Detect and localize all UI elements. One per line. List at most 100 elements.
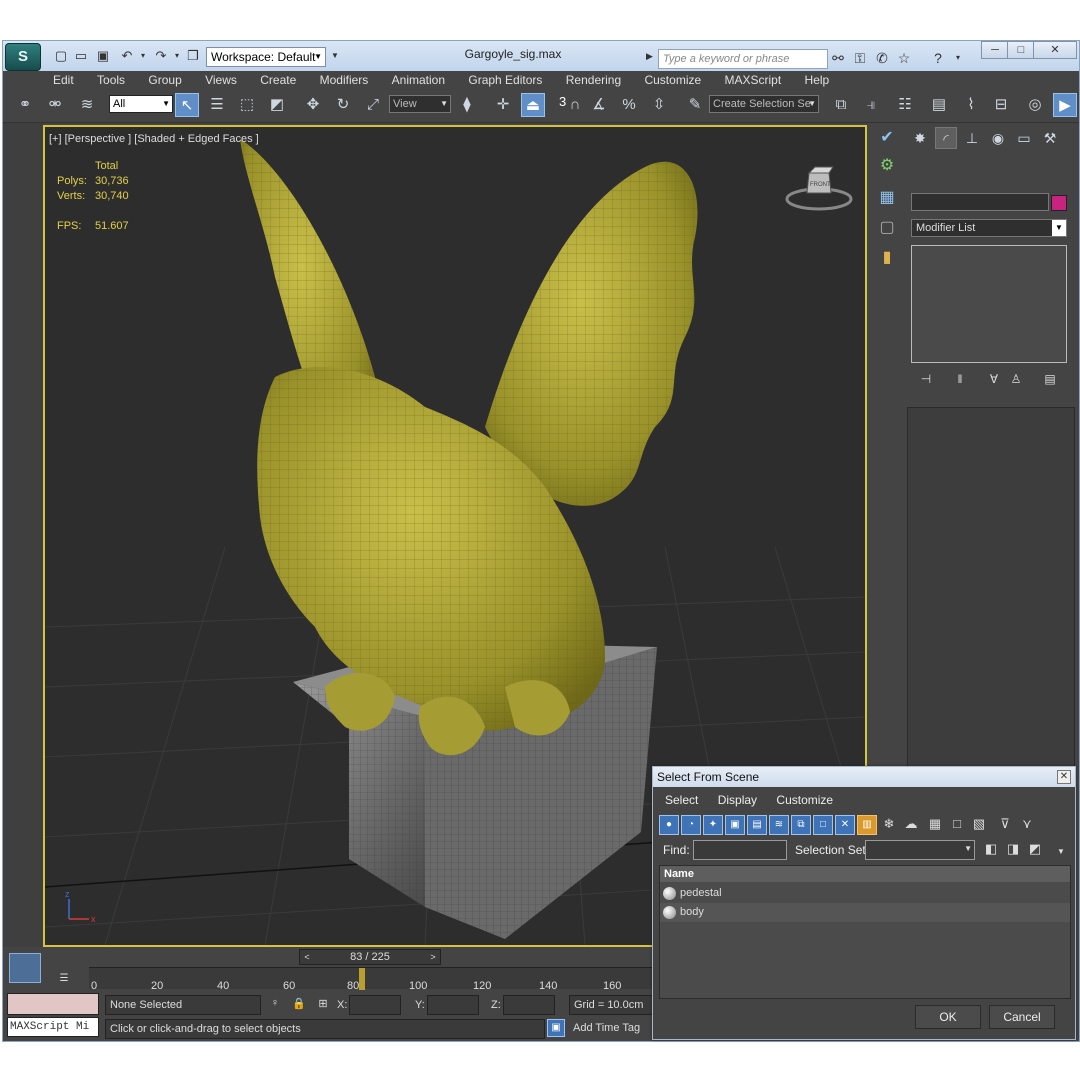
mirror-icon[interactable]: ⧉: [829, 93, 853, 117]
viewport-label[interactable]: [+] [Perspective ] [Shaded + Edged Faces…: [49, 133, 259, 145]
search-expand-icon[interactable]: ▶: [646, 51, 656, 67]
hierarchy-tab-icon[interactable]: ⊥: [961, 127, 983, 149]
communication-icon[interactable]: ✆: [873, 49, 891, 67]
make-unique-icon[interactable]: ∀: [983, 369, 1005, 389]
dialog-close-button[interactable]: ✕: [1057, 770, 1071, 784]
rotate-icon[interactable]: ↻: [331, 93, 355, 117]
time-slider[interactable]: < 83 / 225 >: [299, 949, 441, 965]
quick-access-menu-icon[interactable]: ▼: [329, 47, 341, 65]
add-time-tag-button[interactable]: Add Time Tag: [569, 1019, 661, 1039]
display-xrefs-icon[interactable]: □: [813, 815, 833, 835]
selection-set-tool-icon[interactable]: ◧: [981, 840, 1001, 860]
display-tab-icon[interactable]: ▭: [1013, 127, 1035, 149]
isolate-selection-icon[interactable]: ♀: [267, 997, 283, 1013]
selection-filter-dropdown[interactable]: All ▼: [109, 95, 173, 113]
menu-edit[interactable]: Edit: [43, 71, 84, 89]
dialog-menu-customize[interactable]: Customize: [768, 789, 841, 811]
viewcube-icon[interactable]: FRONT: [783, 163, 855, 211]
display-frozen-icon[interactable]: ❄: [879, 815, 899, 835]
menu-create[interactable]: Create: [250, 71, 306, 89]
open-file-icon[interactable]: ▭: [73, 47, 89, 65]
percent-snap-icon[interactable]: %: [617, 93, 641, 117]
object-color-swatch[interactable]: [1051, 195, 1067, 211]
configure-sets-icon[interactable]: ▤: [1039, 369, 1061, 389]
snap-toggle[interactable]: 3: [559, 94, 566, 109]
unlink-icon[interactable]: ⚮: [43, 93, 67, 117]
reference-coordinate-dropdown[interactable]: View ▼: [389, 95, 451, 113]
named-selection-dropdown[interactable]: Create Selection Se ▼: [709, 95, 819, 113]
rectangular-selection-icon[interactable]: ⬚: [235, 93, 259, 117]
cancel-button[interactable]: Cancel: [989, 1005, 1055, 1029]
snap-magnet-icon[interactable]: ∩: [567, 93, 583, 117]
ribbon-icon[interactable]: ▤: [927, 93, 951, 117]
display-lights-icon[interactable]: ✦: [703, 815, 723, 835]
monitor-icon[interactable]: ▢: [873, 215, 901, 241]
schematic-view-icon[interactable]: ⊟: [989, 93, 1013, 117]
dialog-menu-select[interactable]: Select: [657, 789, 706, 811]
modify-tab-icon[interactable]: ◜: [935, 127, 957, 149]
select-object-icon[interactable]: ↖: [175, 93, 199, 117]
filter-options-icon[interactable]: ⋎: [1017, 815, 1037, 835]
selection-set-tool-icon[interactable]: ◨: [1003, 840, 1023, 860]
menu-tools[interactable]: Tools: [87, 71, 135, 89]
selection-lock-icon[interactable]: 🔒: [291, 997, 307, 1013]
help-icon[interactable]: ?: [929, 49, 947, 67]
menu-help[interactable]: Help: [795, 71, 840, 89]
display-groups-icon[interactable]: ⧉: [791, 815, 811, 835]
menu-rendering[interactable]: Rendering: [556, 71, 631, 89]
binoculars-icon[interactable]: ⚯: [829, 49, 847, 67]
display-shapes-icon[interactable]: ◔: [681, 815, 701, 835]
app-logo-icon[interactable]: S: [5, 43, 41, 71]
link-icon[interactable]: ⚭: [13, 93, 37, 117]
angle-snap-icon[interactable]: ∡: [587, 93, 611, 117]
next-frame-icon[interactable]: >: [427, 950, 439, 964]
time-tag-icon[interactable]: ▣: [547, 1019, 565, 1037]
track-bar[interactable]: 0 20 40 60 80 100 120 140 160: [89, 967, 663, 992]
y-coordinate-field[interactable]: [427, 995, 479, 1015]
filter-icon[interactable]: ⊽: [995, 815, 1015, 835]
save-icon[interactable]: ▣: [95, 47, 111, 65]
help-dropdown-icon[interactable]: ▾: [949, 49, 967, 67]
render-setup-icon[interactable]: ▶: [1053, 93, 1077, 117]
project-folder-icon[interactable]: ❐: [185, 47, 201, 65]
move-icon[interactable]: ✥: [301, 93, 325, 117]
object-name-field[interactable]: [911, 193, 1049, 211]
maxscript-mini-listener[interactable]: MAXScript Mi: [7, 1017, 99, 1037]
layer-manager-icon[interactable]: ☷: [893, 93, 917, 117]
show-end-result-icon[interactable]: ‖: [949, 369, 971, 389]
pin-stack-icon[interactable]: ⊣: [915, 369, 937, 389]
utilities-tab-icon[interactable]: ⚒: [1039, 127, 1061, 149]
maximize-button[interactable]: □: [1007, 41, 1035, 59]
scale-icon[interactable]: ⤢: [361, 93, 385, 117]
drill-icon[interactable]: ⚙: [873, 153, 901, 179]
remove-modifier-icon[interactable]: ♙: [1005, 369, 1027, 389]
display-cameras-icon[interactable]: ▣: [725, 815, 745, 835]
render-window-icon[interactable]: ▦: [873, 185, 901, 211]
menu-customize[interactable]: Customize: [634, 71, 711, 89]
exit-door-icon[interactable]: ▮: [873, 245, 901, 271]
select-by-name-icon[interactable]: ☰: [205, 93, 229, 117]
track-bar-icon[interactable]: ☰: [53, 973, 75, 991]
menu-group[interactable]: Group: [138, 71, 191, 89]
minimize-button[interactable]: ─: [981, 41, 1009, 59]
menu-animation[interactable]: Animation: [382, 71, 455, 89]
maxscript-listener-output[interactable]: [7, 993, 99, 1015]
display-containers-icon[interactable]: ▥: [857, 815, 877, 835]
checkmark-icon[interactable]: ✔: [873, 125, 901, 151]
undo-dropdown-icon[interactable]: ▾: [139, 47, 147, 65]
selection-set-tool-icon[interactable]: ◩: [1025, 840, 1045, 860]
new-file-icon[interactable]: ▢: [53, 47, 69, 65]
ok-button[interactable]: OK: [915, 1005, 981, 1029]
spinner-snap-icon[interactable]: ⇳: [647, 93, 671, 117]
bind-space-warp-icon[interactable]: ≋: [75, 93, 99, 117]
previous-frame-icon[interactable]: <: [301, 950, 313, 964]
keyboard-shortcut-override-icon[interactable]: ⏏: [521, 93, 545, 117]
list-item-body[interactable]: body: [660, 903, 1070, 922]
display-invert-icon[interactable]: ▧: [969, 815, 989, 835]
subscription-icon[interactable]: ⚿: [851, 49, 869, 67]
redo-dropdown-icon[interactable]: ▾: [173, 47, 181, 65]
menu-maxscript[interactable]: MAXScript: [715, 71, 792, 89]
edit-named-selection-icon[interactable]: ✎: [683, 93, 707, 117]
column-header-name[interactable]: Name: [660, 866, 1070, 882]
modifier-stack[interactable]: [911, 245, 1067, 363]
